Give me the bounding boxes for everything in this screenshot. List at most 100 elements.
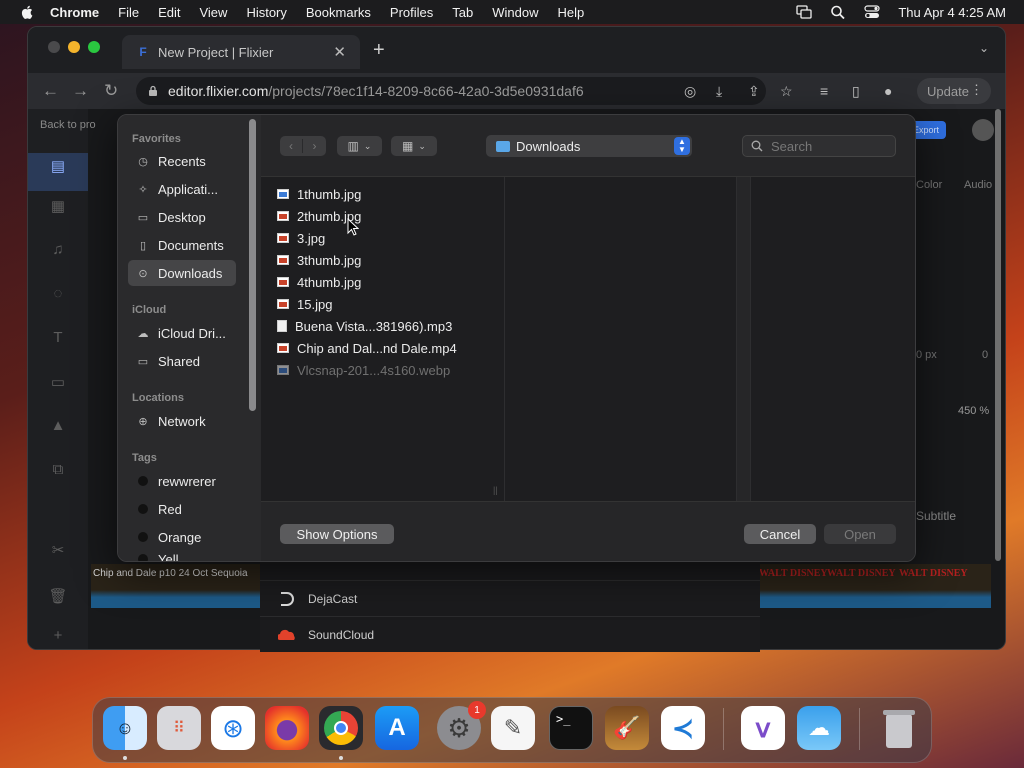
sidebar-item-icloud-drive[interactable]: ☁ iCloud Dri... — [128, 320, 236, 346]
menu-profiles[interactable]: Profiles — [390, 5, 433, 20]
column-resize-handle[interactable]: || — [493, 485, 498, 495]
dialog-back-chevron-icon[interactable]: ‹ — [280, 139, 303, 153]
sidebar-item-downloads[interactable]: ⊙ Downloads — [128, 260, 236, 286]
chrome-app-icon[interactable] — [319, 706, 363, 750]
sidebar-item-recents[interactable]: ◷ Recents — [128, 148, 236, 174]
menu-tab[interactable]: Tab — [452, 5, 473, 20]
textedit-app-icon[interactable]: ✎ — [491, 706, 535, 750]
shapes-nav[interactable]: ▲ — [28, 417, 88, 436]
finder-app-icon[interactable]: ☺ — [103, 706, 147, 750]
text-nav[interactable]: T — [28, 329, 88, 348]
scale-value[interactable]: 450 % — [958, 405, 989, 417]
google-lens-icon[interactable]: ◎ — [684, 83, 700, 99]
position-y-value[interactable]: 0 — [982, 349, 988, 361]
file-item[interactable]: 3.jpg — [277, 228, 325, 248]
close-window-button[interactable] — [48, 41, 60, 53]
install-app-icon[interactable]: ⤓ — [716, 83, 732, 99]
audio-tab[interactable]: Audio — [964, 179, 992, 191]
file-item[interactable]: 1thumb.jpg — [277, 184, 361, 204]
share-icon[interactable]: ⇪ — [748, 83, 764, 99]
menu-help[interactable]: Help — [558, 5, 585, 20]
launchpad-app-icon[interactable]: ⠿ — [157, 706, 201, 750]
user-avatar[interactable] — [972, 119, 994, 141]
audio-nav[interactable]: ♫ — [28, 241, 88, 260]
library-nav[interactable]: ▤ — [28, 153, 88, 191]
close-tab-icon[interactable]: ✕ — [333, 43, 346, 61]
sidebar-scrollbar[interactable] — [249, 119, 256, 411]
cut-tool[interactable]: ✂ — [28, 541, 88, 561]
reading-list-icon[interactable]: ≡ — [820, 83, 836, 99]
dialog-forward-chevron-icon[interactable]: › — [303, 139, 326, 153]
bookmark-star-icon[interactable]: ☆ — [780, 83, 796, 99]
sidebar-tag-red[interactable]: Red — [128, 496, 236, 522]
reload-icon[interactable]: ↻ — [104, 81, 118, 101]
visual-studio-app-icon[interactable]: ⅴ — [741, 706, 785, 750]
color-tab[interactable]: Color — [916, 179, 942, 191]
profile-avatar-icon[interactable]: ● — [884, 83, 900, 99]
trash-app-icon[interactable] — [877, 706, 921, 750]
menu-window[interactable]: Window — [492, 5, 538, 20]
address-bar[interactable]: editor.flixier.com/projects/78ec1f14-820… — [136, 77, 766, 105]
apple-icon[interactable] — [18, 5, 36, 19]
add-track-tool[interactable]: + — [28, 627, 88, 646]
spotlight-search-icon[interactable] — [830, 5, 846, 19]
terminal-app-icon[interactable]: >_ — [549, 706, 593, 750]
motion-nav[interactable]: ◌ — [28, 285, 88, 304]
file-item[interactable]: Chip and Dal...nd Dale.mp4 — [277, 338, 457, 358]
tab-search-chevron-icon[interactable]: ⌄ — [979, 41, 989, 55]
browser-tab[interactable]: F New Project | Flixier ✕ — [122, 35, 360, 69]
screen-mirroring-icon[interactable] — [796, 5, 812, 19]
sidebar-tag-orange[interactable]: Orange — [128, 524, 236, 550]
page-scrollbar[interactable] — [995, 109, 1001, 561]
zoom-window-button[interactable] — [88, 41, 100, 53]
menu-bookmarks[interactable]: Bookmarks — [306, 5, 371, 20]
menu-edit[interactable]: Edit — [158, 5, 180, 20]
system-settings-app-icon[interactable]: ⚙ 1 — [437, 701, 486, 750]
firefox-app-icon[interactable] — [265, 706, 309, 750]
file-item[interactable]: 3thumb.jpg — [277, 250, 361, 270]
sidebar-tag-yellow[interactable]: Yell — [128, 552, 236, 561]
sidebar-item-desktop[interactable]: ▭ Desktop — [128, 204, 236, 230]
file-item[interactable]: 4thumb.jpg — [277, 272, 361, 292]
search-field[interactable]: Search — [742, 135, 896, 157]
file-item[interactable]: Buena Vista...381966).mp3 — [277, 316, 452, 336]
group-view-button[interactable]: ▦ ⌄ — [391, 136, 437, 156]
stock-nav[interactable]: ▦ — [28, 197, 88, 217]
app-store-app-icon[interactable]: A — [375, 706, 419, 750]
vscode-app-icon[interactable]: ≺ — [661, 706, 705, 750]
instruments-app-icon[interactable]: 🎸 — [605, 706, 649, 750]
sidebar-item-shared[interactable]: ▭ Shared — [128, 348, 236, 374]
weather-app-icon[interactable]: ☁ — [797, 706, 841, 750]
location-popup[interactable]: Downloads ▲ ▼ — [486, 135, 692, 157]
safari-app-icon[interactable]: ⊛ — [211, 706, 255, 750]
open-button[interactable]: Open — [824, 524, 896, 544]
menu-file[interactable]: File — [118, 5, 139, 20]
side-panel-icon[interactable]: ▯ — [852, 83, 868, 99]
menu-app-name[interactable]: Chrome — [50, 5, 99, 20]
column-divider[interactable] — [737, 177, 751, 501]
show-options-button[interactable]: Show Options — [280, 524, 394, 544]
delete-tool[interactable]: 🗑 — [28, 587, 88, 607]
back-to-projects-link[interactable]: Back to pro — [40, 119, 96, 131]
sidebar-item-documents[interactable]: ▯ Documents — [128, 232, 236, 258]
menu-view[interactable]: View — [199, 5, 227, 20]
position-x-value[interactable]: 0 px — [916, 349, 937, 361]
file-item[interactable]: 15.jpg — [277, 294, 332, 314]
subtitles-nav[interactable]: ▭ — [28, 373, 88, 393]
source-soundcloud[interactable]: SoundCloud — [260, 616, 760, 652]
forward-arrow-icon[interactable]: → — [72, 81, 89, 101]
lock-icon[interactable] — [148, 85, 158, 97]
more-menu-icon[interactable]: ⋮ — [970, 82, 983, 98]
update-button[interactable]: Update ⋮ — [917, 78, 991, 104]
sidebar-item-network[interactable]: ⊕ Network — [128, 408, 236, 434]
sidebar-item-applications[interactable]: ✧ Applicati... — [128, 176, 236, 202]
control-center-icon[interactable] — [864, 5, 880, 19]
cancel-button[interactable]: Cancel — [744, 524, 816, 544]
minimize-window-button[interactable] — [68, 41, 80, 53]
menubar-clock[interactable]: Thu Apr 4 4:25 AM — [898, 5, 1006, 20]
back-arrow-icon[interactable]: ← — [42, 81, 59, 101]
column-view-button[interactable]: ▥ ⌄ — [337, 136, 382, 156]
source-dejacast[interactable]: DejaCast — [260, 580, 760, 616]
transitions-nav[interactable]: ⧉ — [28, 461, 88, 480]
new-tab-icon[interactable]: + — [373, 39, 385, 62]
